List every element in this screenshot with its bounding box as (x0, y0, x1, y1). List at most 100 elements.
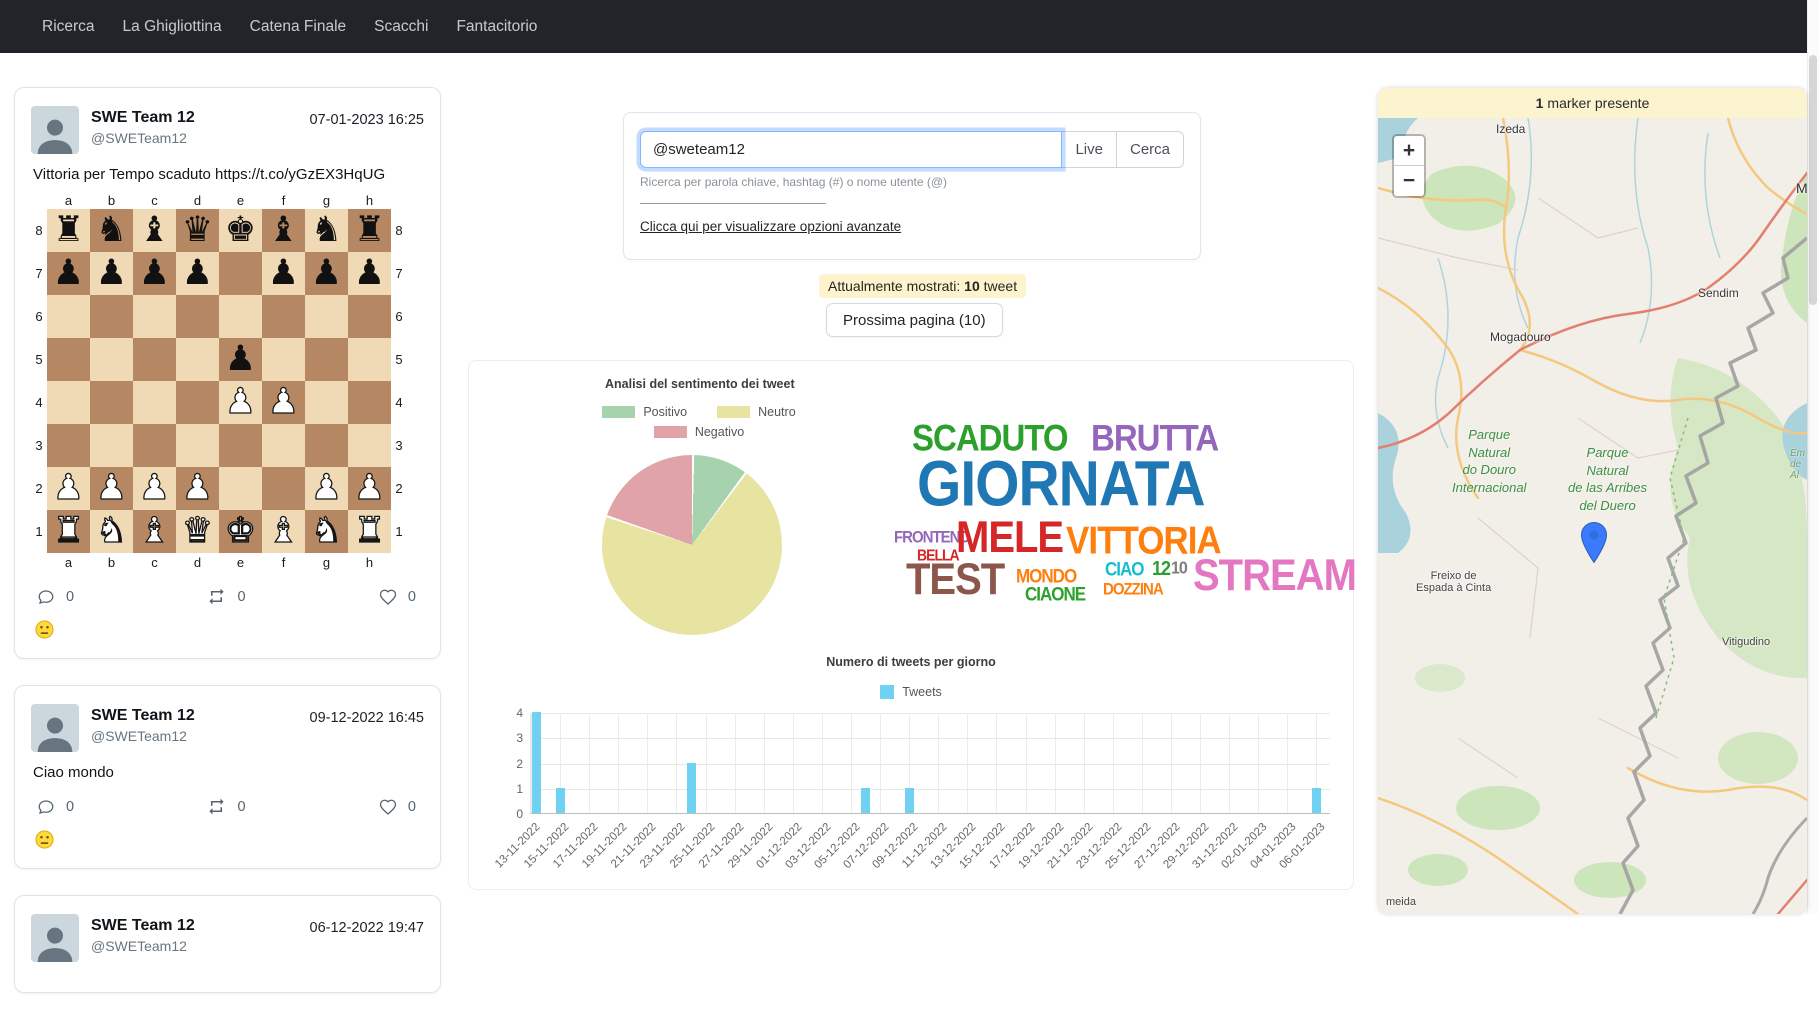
legend-label: Negativo (695, 425, 744, 439)
shown-count: 10 (964, 278, 980, 294)
chess-piece: ♛ (182, 510, 213, 553)
zoom-in-button[interactable]: + (1394, 136, 1424, 166)
map-viewport[interactable]: + − IzedaMiSendimMogadouroParque Natural… (1378, 118, 1807, 914)
search-input[interactable] (640, 131, 1062, 168)
map-marker-pin[interactable] (1581, 522, 1607, 568)
reply-button[interactable]: 0 (37, 588, 74, 606)
like-button[interactable]: 0 (379, 798, 416, 816)
tweet-author-name: SWE Team 12 (91, 109, 195, 127)
y-tick-label: 3 (497, 731, 523, 745)
chess-piece: ♞ (96, 510, 127, 553)
board-square: ♟ (219, 338, 262, 381)
retweet-button[interactable]: 0 (207, 587, 245, 606)
board-square: ♚ (219, 510, 262, 553)
gridline (1287, 713, 1288, 813)
gridline (1026, 713, 1027, 813)
chess-piece: ♟ (225, 381, 256, 424)
navbar-items: RicercaLa GhigliottinaCatena FinaleScacc… (28, 18, 551, 36)
top-navbar: RicercaLa GhigliottinaCatena FinaleScacc… (0, 0, 1807, 53)
user-avatar (31, 914, 79, 962)
chess-piece: ♞ (96, 209, 127, 252)
legend-swatch (602, 406, 635, 418)
map-label: Parque Natural de las Arribes del Duero (1568, 444, 1647, 514)
search-helper-text: Ricerca per parola chiave, hashtag (#) o… (640, 175, 1184, 189)
board-square: ♟ (47, 467, 90, 510)
board-square: ♟ (133, 467, 176, 510)
board-square (133, 381, 176, 424)
board-coordinate: e (219, 553, 262, 571)
chess-piece: ♟ (311, 467, 342, 510)
gridline (618, 713, 619, 813)
tweets-per-day-bar-chart (530, 713, 1330, 814)
nav-item-catena-finale[interactable]: Catena Finale (236, 18, 361, 36)
board-coordinate: a (47, 191, 90, 209)
legend-swatch (654, 426, 687, 438)
retweet-count: 0 (237, 589, 245, 605)
reply-button[interactable]: 0 (37, 798, 74, 816)
gridline (735, 713, 736, 813)
advanced-options-link[interactable]: Clicca qui per visualizzare opzioni avan… (640, 219, 901, 234)
board-square: ♟ (305, 252, 348, 295)
search-panel: Live Cerca Ricerca per parola chiave, ha… (623, 112, 1201, 260)
board-coordinate: e (219, 191, 262, 209)
gridline (938, 713, 939, 813)
board-coordinate: 1 (31, 510, 47, 553)
next-page-button[interactable]: Prossima pagina (10) (826, 303, 1003, 337)
chess-piece: ♝ (139, 209, 170, 252)
map-label: Vitigudino (1722, 636, 1770, 648)
gridline (1200, 713, 1201, 813)
board-coordinate: 2 (31, 467, 47, 510)
gridline (531, 789, 1330, 790)
board-square (219, 252, 262, 295)
board-square (219, 467, 262, 510)
board-square (262, 467, 305, 510)
chess-piece: ♟ (53, 252, 84, 295)
board-square: ♛ (176, 209, 219, 252)
retweet-button[interactable]: 0 (207, 797, 245, 816)
board-square: ♟ (305, 467, 348, 510)
board-square (47, 424, 90, 467)
chess-piece: ♟ (225, 338, 256, 381)
board-square: ♟ (219, 381, 262, 424)
gridline (647, 713, 648, 813)
board-square: ♜ (348, 510, 391, 553)
board-coordinate: 7 (391, 252, 407, 295)
like-button[interactable]: 0 (379, 588, 416, 606)
board-coordinate (31, 191, 47, 209)
nav-item-scacchi[interactable]: Scacchi (360, 18, 442, 36)
gridline (531, 713, 1330, 714)
board-coordinate: f (262, 191, 305, 209)
board-coordinate: 5 (31, 338, 47, 381)
bar-09-12-2022 (905, 788, 914, 813)
tweet-author-name: SWE Team 12 (91, 707, 195, 725)
bar-15-11-2022 (556, 788, 565, 813)
like-count: 0 (408, 799, 416, 815)
scrollbar-thumb[interactable] (1809, 55, 1817, 305)
gridline (793, 713, 794, 813)
board-square: ♞ (305, 510, 348, 553)
nav-item-la-ghigliottina[interactable]: La Ghigliottina (109, 18, 236, 36)
tweet-date: 07-01-2023 16:25 (310, 106, 425, 128)
sentiment-neutral-icon (35, 830, 424, 850)
y-tick-label: 4 (497, 706, 523, 720)
board-coordinate: 3 (31, 424, 47, 467)
search-button[interactable]: Cerca (1117, 131, 1184, 168)
board-square (90, 424, 133, 467)
zoom-out-button[interactable]: − (1394, 166, 1424, 196)
board-square: ♚ (219, 209, 262, 252)
nav-item-fantacitorio[interactable]: Fantacitorio (442, 18, 551, 36)
live-button[interactable]: Live (1062, 131, 1117, 168)
chess-piece: ♝ (268, 510, 299, 553)
map-label: Freixo de Espada à Cinta (1416, 570, 1491, 594)
nav-item-ricerca[interactable]: Ricerca (28, 18, 109, 36)
chess-piece: ♟ (139, 467, 170, 510)
map-panel: 1 marker presente (1378, 88, 1807, 914)
wordcloud-word: CIAO (1105, 560, 1144, 579)
gridline (676, 713, 677, 813)
chess-piece: ♞ (311, 510, 342, 553)
gridline (1113, 713, 1114, 813)
page-scrollbar[interactable] (1807, 0, 1819, 914)
chess-piece: ♟ (139, 252, 170, 295)
board-coordinate: b (90, 553, 133, 571)
legend-label: Neutro (758, 405, 796, 419)
